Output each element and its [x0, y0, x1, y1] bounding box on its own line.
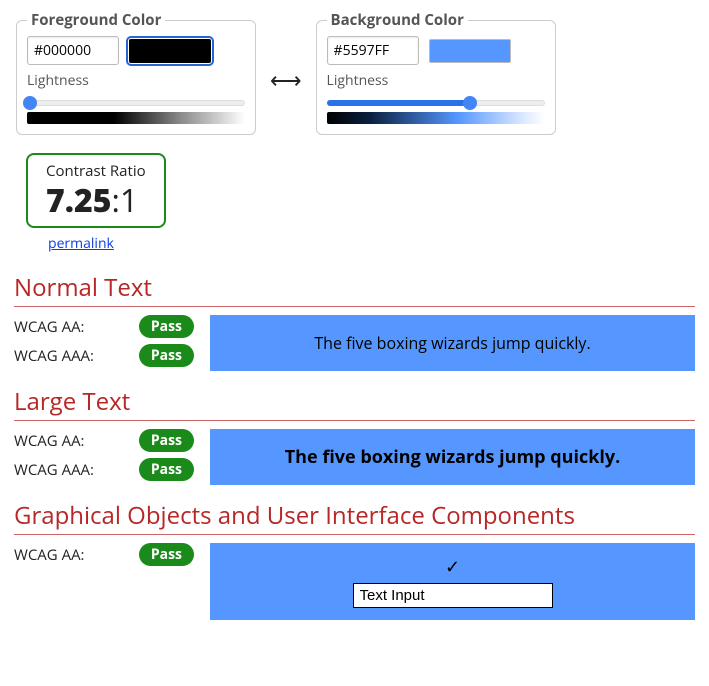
- normal-text-sample[interactable]: The five boxing wizards jump quickly.: [210, 315, 695, 371]
- large-sample-text: The five boxing wizards jump quickly.: [285, 445, 620, 469]
- normal-aa-label: WCAG AA:: [14, 317, 85, 337]
- contrast-ratio-label: Contrast Ratio: [46, 161, 146, 181]
- normal-aaa-label: WCAG AAA:: [14, 346, 94, 366]
- section-title-normal: Normal Text: [14, 271, 695, 307]
- ui-aa-result: Pass: [139, 543, 194, 566]
- large-aa-label: WCAG AA:: [14, 431, 85, 451]
- permalink-link[interactable]: permalink: [48, 234, 695, 253]
- large-aa-result: Pass: [139, 429, 194, 452]
- background-lightness-label: Lightness: [327, 71, 545, 90]
- large-aaa-label: WCAG AAA:: [14, 460, 94, 480]
- background-hex-input[interactable]: [327, 36, 419, 65]
- section-title-ui: Graphical Objects and User Interface Com…: [14, 499, 695, 535]
- section-title-large: Large Text: [14, 385, 695, 421]
- background-legend: Background Color: [327, 10, 468, 30]
- ui-aa-label: WCAG AA:: [14, 545, 85, 565]
- sample-text-input[interactable]: [353, 583, 553, 608]
- large-aaa-result: Pass: [139, 458, 194, 481]
- background-hue-gradient[interactable]: [327, 112, 545, 124]
- normal-sample-text: The five boxing wizards jump quickly.: [314, 332, 590, 354]
- large-text-sample[interactable]: The five boxing wizards jump quickly.: [210, 429, 695, 485]
- background-swatch[interactable]: [429, 39, 511, 63]
- contrast-ratio-box: Contrast Ratio 7.25:1: [26, 153, 166, 228]
- background-color-group: Background Color Lightness: [316, 10, 556, 135]
- normal-aa-result: Pass: [139, 315, 194, 338]
- foreground-swatch[interactable]: [129, 39, 211, 63]
- swap-colors-icon[interactable]: ⟷: [268, 65, 304, 95]
- checkmark-icon: ✓: [445, 555, 460, 579]
- foreground-color-group: Foreground Color Lightness: [16, 10, 256, 135]
- foreground-lightness-slider[interactable]: [27, 90, 245, 106]
- ui-component-sample: ✓: [210, 543, 695, 620]
- contrast-ratio-value: 7.25:1: [46, 179, 146, 222]
- foreground-hex-input[interactable]: [27, 36, 119, 65]
- foreground-lightness-label: Lightness: [27, 71, 245, 90]
- foreground-legend: Foreground Color: [27, 10, 165, 30]
- foreground-hue-gradient[interactable]: [27, 112, 245, 124]
- background-lightness-slider[interactable]: [327, 90, 545, 106]
- normal-aaa-result: Pass: [139, 344, 194, 367]
